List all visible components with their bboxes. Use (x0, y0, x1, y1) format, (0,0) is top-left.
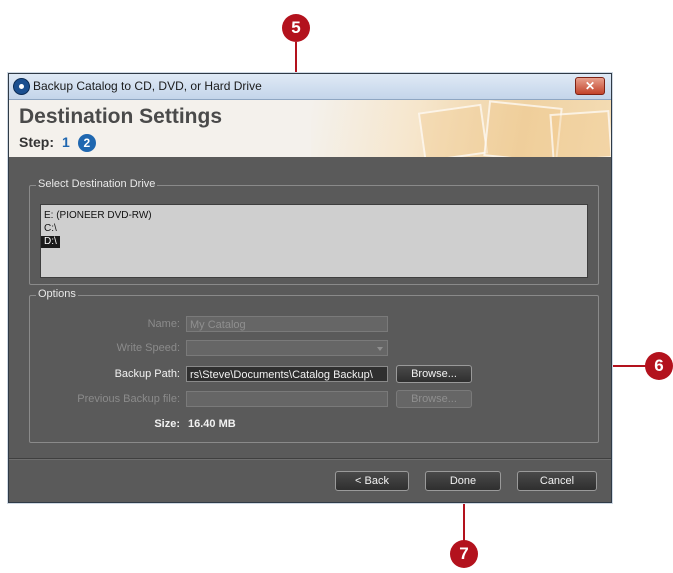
previous-backup-label: Previous Backup file: (77, 393, 180, 405)
window-title: Backup Catalog to CD, DVD, or Hard Drive (33, 79, 262, 93)
backup-path-field[interactable]: rs\Steve\Documents\Catalog Backup\ (186, 366, 388, 382)
chevron-down-icon (377, 347, 383, 351)
title-bar[interactable]: Backup Catalog to CD, DVD, or Hard Drive… (9, 74, 611, 100)
options-label: Options (36, 288, 78, 300)
app-icon (13, 78, 30, 95)
destination-drive-group: Select Destination Drive E: (PIONEER DVD… (29, 178, 599, 285)
backup-path-label: Backup Path: (114, 368, 180, 380)
name-label: Name: (147, 318, 180, 330)
drive-item-d[interactable]: D:\ (41, 236, 60, 248)
step-label: Step: (19, 134, 54, 150)
browse-button[interactable]: Browse... (396, 365, 472, 383)
backup-dialog: Backup Catalog to CD, DVD, or Hard Drive… (8, 73, 612, 503)
write-speed-label: Write Speed: (116, 342, 180, 354)
dialog-header: Destination Settings Step: 1 2 (9, 100, 611, 157)
size-label: Size: (154, 418, 180, 430)
step-indicator: Step: 1 2 (19, 134, 96, 153)
drive-item-c[interactable]: C:\ (41, 223, 60, 235)
step-2-current: 2 (77, 134, 96, 153)
options-group: Options Name: My Catalog Write Speed: Ba… (29, 288, 599, 443)
callout-5: 5 (282, 14, 310, 42)
header-decoration (311, 100, 611, 157)
step-1: 1 (62, 134, 70, 150)
callout-7: 7 (450, 540, 478, 568)
footer-divider-highlight (9, 459, 611, 460)
drive-list[interactable]: E: (PIONEER DVD-RW) C:\ D:\ (40, 204, 588, 278)
name-field[interactable]: My Catalog (186, 316, 388, 332)
back-button[interactable]: < Back (335, 471, 409, 491)
drive-item-e[interactable]: E: (PIONEER DVD-RW) (41, 210, 155, 222)
cancel-button[interactable]: Cancel (517, 471, 597, 491)
size-value: 16.40 MB (188, 418, 236, 430)
done-button[interactable]: Done (425, 471, 501, 491)
browse-previous-button[interactable]: Browse... (396, 390, 472, 408)
write-speed-select[interactable] (186, 340, 388, 356)
callout-6: 6 (645, 352, 673, 380)
page-title: Destination Settings (19, 105, 223, 128)
destination-drive-label: Select Destination Drive (36, 178, 158, 190)
previous-backup-field[interactable] (186, 391, 388, 407)
close-button[interactable]: ✕ (575, 77, 605, 95)
